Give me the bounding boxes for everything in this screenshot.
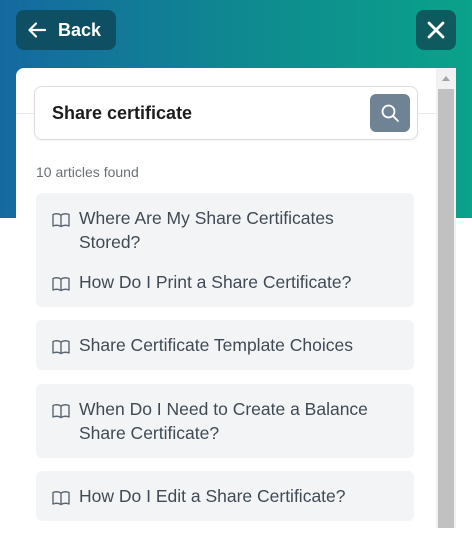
search-icon [380, 103, 400, 123]
book-icon [52, 488, 70, 506]
scroll-up-arrow-icon[interactable] [436, 68, 456, 88]
article-item[interactable]: Share Certificate Template Choices [36, 320, 414, 370]
back-button-label: Back [58, 19, 102, 40]
back-button[interactable]: Back [16, 10, 116, 50]
article-item[interactable]: How Do I Edit a Share Certificate? [36, 471, 414, 521]
article-title: Where Are My Share Certificates Stored? [79, 208, 334, 252]
book-icon [52, 401, 70, 419]
book-icon [52, 274, 70, 292]
scrollbar-thumb[interactable] [438, 89, 454, 528]
scrollbar[interactable] [436, 68, 456, 528]
search-input[interactable] [52, 87, 362, 139]
article-title: How Do I Edit a Share Certificate? [79, 486, 346, 506]
book-icon [52, 210, 70, 228]
article-item[interactable]: Where Are My Share Certificates Stored? [36, 193, 414, 267]
article-title: Share Certificate Template Choices [79, 335, 353, 355]
arrow-left-icon [26, 19, 48, 41]
article-title: When Do I Need to Create a Balance Share… [79, 399, 368, 443]
article-item[interactable]: How Do I Print a Share Certificate? [36, 257, 414, 307]
search-button[interactable] [370, 94, 410, 132]
article-title: How Do I Print a Share Certificate? [79, 272, 352, 292]
search-box [34, 86, 418, 140]
close-button[interactable] [416, 10, 456, 50]
article-item[interactable]: When Do I Need to Create a Balance Share… [36, 384, 414, 458]
help-panel: 10 articles found Where Are My Share Cer… [16, 68, 456, 538]
results-count: 10 articles found [36, 164, 139, 180]
close-icon [427, 21, 445, 39]
book-icon [52, 337, 70, 355]
